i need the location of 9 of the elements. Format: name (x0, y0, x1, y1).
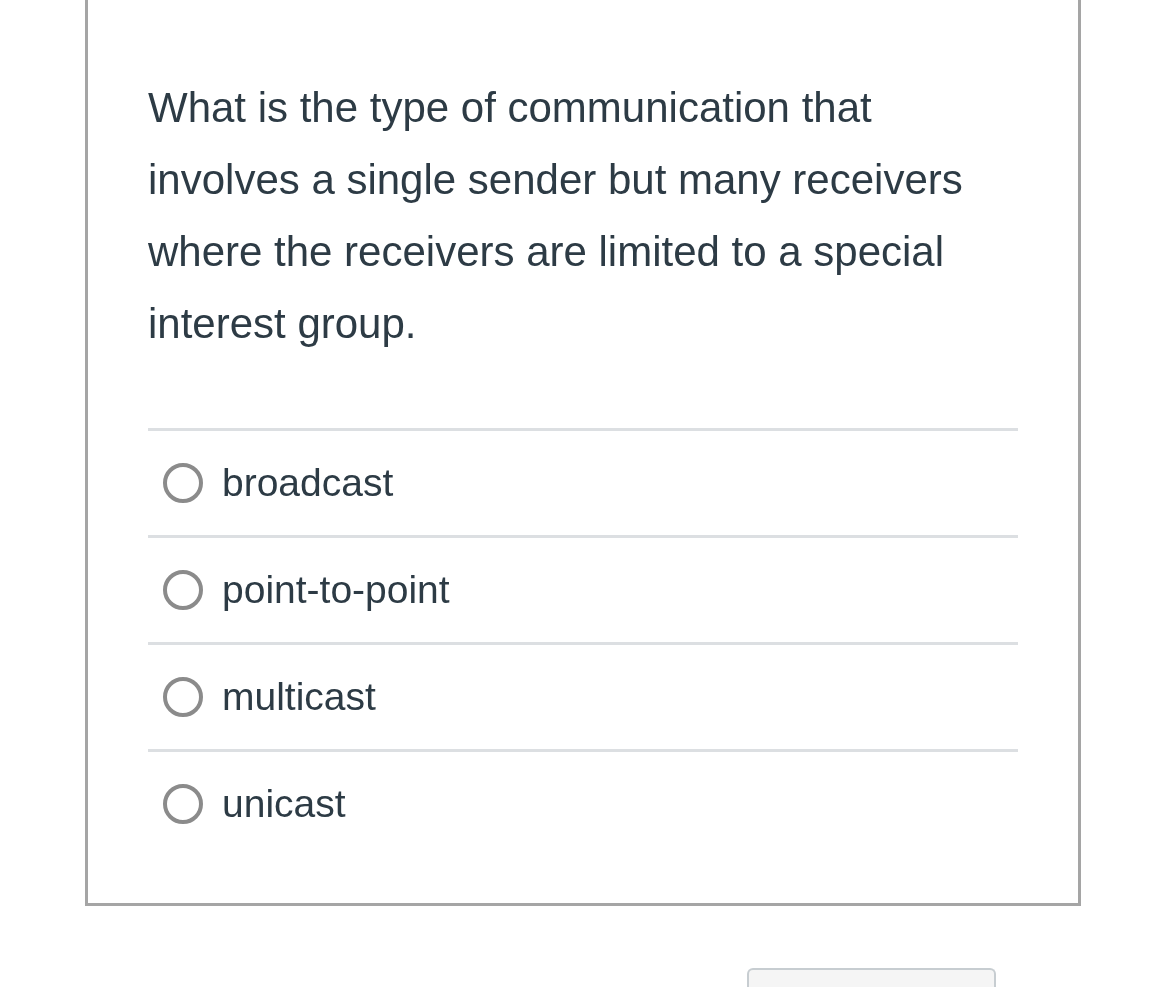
question-text: What is the type of communication that involves a single sender but many receivers where the receivers are limited to a special interest group. (148, 83, 964, 349)
radio-button[interactable] (162, 676, 204, 718)
radio-button[interactable] (162, 783, 204, 825)
radio-button[interactable] (162, 462, 204, 504)
option-label[interactable]: multicast (222, 675, 376, 719)
option-label[interactable]: point-to-point (222, 568, 450, 612)
option-label[interactable]: unicast (222, 782, 346, 826)
option-label[interactable]: broadcast (222, 461, 394, 505)
radio-button[interactable] (162, 569, 204, 611)
